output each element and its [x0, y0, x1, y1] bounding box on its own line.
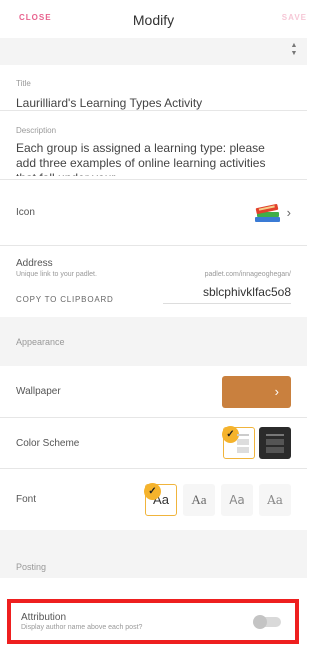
font-option-4[interactable]: Aa	[259, 483, 291, 516]
font-option-2[interactable]: Aa	[183, 483, 215, 516]
appearance-section-header: Appearance	[0, 317, 307, 366]
font-label: Font	[16, 494, 37, 505]
title-label: Title	[16, 79, 31, 88]
icon-label: Icon	[16, 207, 35, 218]
wallpaper-label: Wallpaper	[16, 386, 61, 397]
description-textarea[interactable]: Each group is assigned a learning type: …	[16, 141, 276, 176]
attribution-hint: Display author name above each post?	[21, 624, 143, 631]
address-hint: Unique link to your padlet.	[16, 271, 97, 278]
title-field[interactable]: Title Laurilliard's Learning Types Activ…	[0, 65, 307, 110]
wallpaper-swatch-button[interactable]: ›	[222, 375, 291, 408]
font-option-3[interactable]: Aa	[221, 483, 253, 516]
description-label: Description	[16, 126, 57, 135]
chevron-right-icon[interactable]: ›	[287, 205, 291, 220]
chevron-right-icon: ›	[274, 384, 279, 399]
dark-scheme-option[interactable]	[259, 427, 291, 459]
font-row: Font ✓ Aa Aa Aa Aa	[0, 469, 307, 530]
address-field: Address Unique link to your padlet. padl…	[0, 246, 307, 317]
icon-row[interactable]: Icon ›	[0, 180, 307, 245]
scroll-up-arrow-icon[interactable]: ▲	[288, 42, 300, 50]
close-button[interactable]: CLOSE	[19, 13, 52, 22]
appearance-label: Appearance	[16, 336, 65, 347]
section-gap	[0, 38, 307, 65]
light-scheme-option[interactable]: ✓	[222, 426, 255, 459]
attribution-label: Attribution	[21, 612, 67, 623]
color-scheme-row: Color Scheme ✓	[0, 418, 307, 468]
posting-section-header: Posting	[0, 530, 307, 578]
wallpaper-row[interactable]: Wallpaper ›	[0, 366, 307, 417]
check-icon: ✓	[144, 482, 161, 500]
top-bar: CLOSE Modify SAVE	[0, 0, 307, 38]
font-option-1[interactable]: ✓ Aa	[144, 482, 177, 516]
scroll-down-arrow-icon[interactable]: ▼	[288, 50, 300, 58]
color-scheme-label: Color Scheme	[16, 437, 80, 449]
address-url-prefix: padlet.com/innageoghegan/	[204, 271, 291, 278]
address-label: Address	[16, 258, 53, 269]
toggle-knob	[253, 615, 267, 629]
copy-to-clipboard-button[interactable]: COPY TO CLIPBOARD	[16, 295, 114, 304]
title-input[interactable]: Laurilliard's Learning Types Activity	[16, 96, 291, 110]
description-field[interactable]: Description Each group is assigned a lea…	[0, 111, 307, 176]
books-icon	[254, 203, 280, 222]
posting-label: Posting	[16, 562, 47, 572]
attribution-toggle[interactable]	[253, 615, 281, 629]
address-slug-input[interactable]: sblcphivklfac5o8	[162, 285, 291, 304]
dark-scheme-preview-icon	[266, 434, 284, 453]
description-scrollbar[interactable]: ▲ ▼	[288, 42, 300, 98]
light-scheme-preview-icon	[237, 434, 249, 453]
attribution-row[interactable]: Attribution Display author name above ea…	[7, 599, 299, 644]
page-title: Modify	[132, 12, 175, 28]
save-button[interactable]: SAVE	[282, 13, 307, 22]
